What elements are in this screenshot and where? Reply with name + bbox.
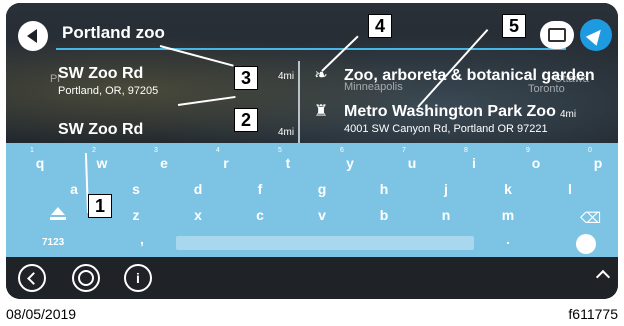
info-icon: i	[136, 270, 140, 286]
callout-1: 1	[88, 194, 112, 218]
key-m[interactable]: m	[496, 207, 520, 223]
home-button[interactable]	[72, 264, 100, 292]
callout-5: 5	[502, 14, 526, 38]
back-nav-button[interactable]	[18, 264, 46, 292]
result-name: Zoo, arboreta & botanical garden	[344, 67, 595, 84]
key-z[interactable]: z	[124, 207, 148, 223]
search-bar: Portland zoo	[6, 3, 618, 55]
keyboard-toggle-button[interactable]	[540, 21, 574, 49]
key-r[interactable]: 4r	[214, 147, 238, 171]
key-y[interactable]: 6y	[338, 147, 362, 171]
shift-key[interactable]	[46, 207, 70, 229]
key-w[interactable]: 2w	[90, 147, 114, 171]
key-n[interactable]: n	[434, 207, 458, 223]
back-button[interactable]	[18, 21, 48, 51]
key-j[interactable]: j	[434, 181, 458, 197]
key-o[interactable]: 9o	[524, 147, 548, 171]
key-i[interactable]: 8i	[462, 147, 486, 171]
spacebar-key[interactable]	[176, 236, 474, 250]
key-b[interactable]: b	[372, 207, 396, 223]
key-c[interactable]: c	[248, 207, 272, 223]
chevron-up-icon[interactable]	[595, 269, 611, 285]
results-right-column: ❧ Zoo, arboreta & botanical garden ♜ Met…	[300, 55, 618, 181]
key-d[interactable]: d	[186, 181, 210, 197]
list-item[interactable]: ♜ Metro Washington Park Zoo 4001 SW Cany…	[308, 103, 588, 135]
chevron-left-icon	[27, 271, 40, 285]
list-item[interactable]: ❧ Zoo, arboreta & botanical garden	[308, 67, 598, 85]
backspace-key[interactable]	[580, 209, 600, 223]
key-t[interactable]: 5t	[276, 147, 300, 171]
result-distance: 4mi	[278, 127, 295, 138]
device-screen: Minneapolis Toronto Ottawa Pl Portland z…	[6, 3, 618, 299]
key-v[interactable]: v	[310, 207, 334, 223]
result-distance: 4mi	[560, 109, 577, 120]
search-underline	[56, 48, 566, 50]
result-name: Metro Washington Park Zoo	[344, 103, 556, 120]
key-p[interactable]: 0p	[586, 147, 610, 171]
keyboard-icon	[548, 28, 566, 42]
key-u[interactable]: 7u	[400, 147, 424, 171]
key-k[interactable]: k	[496, 181, 520, 197]
footer-date: 08/05/2019	[6, 306, 77, 322]
key-s[interactable]: s	[124, 181, 148, 197]
key-comma[interactable]: ,	[130, 231, 154, 247]
navigate-button[interactable]	[580, 19, 612, 51]
poi-zoo-icon: ♜	[313, 103, 329, 120]
key-q[interactable]: 1q	[28, 147, 52, 171]
key-h[interactable]: h	[372, 181, 396, 197]
result-address: 4001 SW Canyon Rd, Portland OR 97221	[344, 123, 548, 135]
bottom-bar: i	[6, 257, 618, 299]
callout-2: 2	[234, 108, 258, 132]
enter-key[interactable]	[576, 234, 596, 254]
info-button[interactable]: i	[124, 264, 152, 292]
key-g[interactable]: g	[310, 181, 334, 197]
callout-3: 3	[234, 66, 258, 90]
key-x[interactable]: x	[186, 207, 210, 223]
result-distance: 4mi	[278, 71, 295, 82]
key-e[interactable]: 3e	[152, 147, 176, 171]
key-period[interactable]: .	[496, 231, 520, 247]
key-a[interactable]: a	[62, 181, 86, 197]
circle-icon	[78, 270, 94, 286]
key-f[interactable]: f	[248, 181, 272, 197]
key-l[interactable]: l	[558, 181, 582, 197]
search-input[interactable]: Portland zoo	[62, 23, 165, 43]
footer-code: f611775	[568, 306, 618, 322]
numbers-mode-key[interactable]: 7123	[42, 237, 64, 248]
callout-4: 4	[368, 14, 392, 38]
